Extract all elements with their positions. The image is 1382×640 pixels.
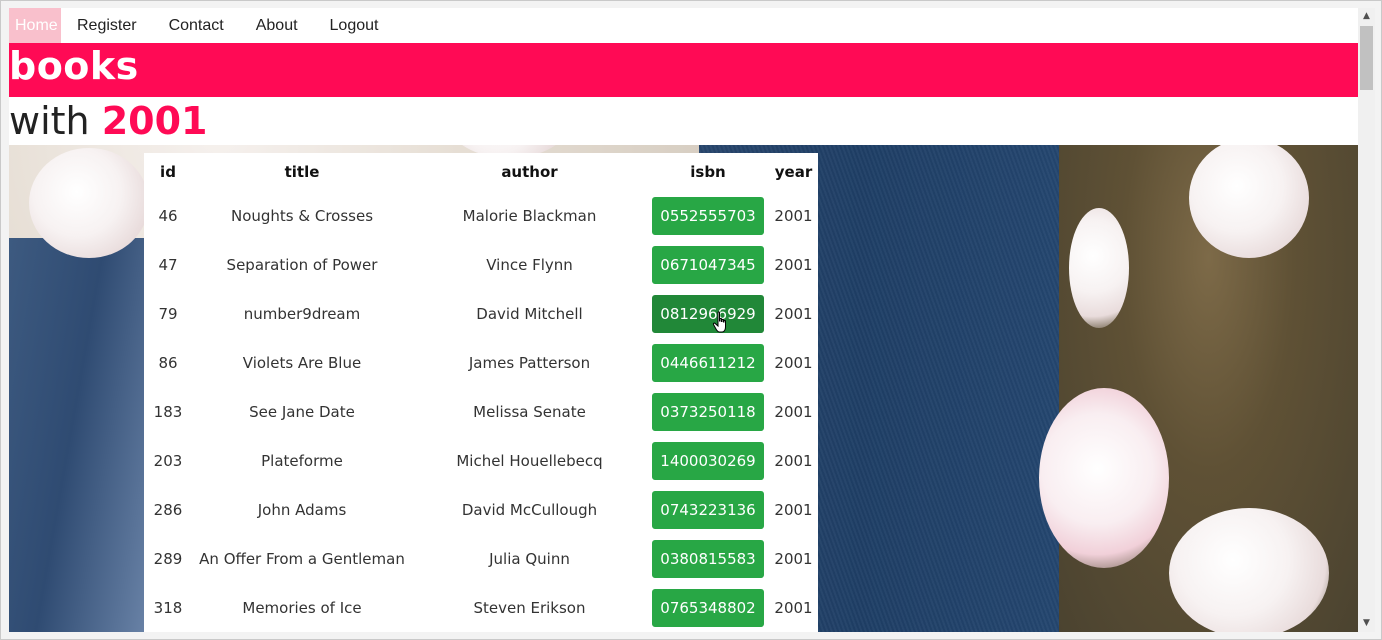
cell-isbn: 0765348802 (647, 583, 769, 632)
cell-isbn: 0671047345 (647, 240, 769, 289)
cell-isbn: 0373250118 (647, 387, 769, 436)
cell-id: 286 (153, 500, 183, 519)
cell-year: 2001 (774, 255, 813, 274)
cell-author: Steven Erikson (473, 598, 586, 617)
table-row: 46 Noughts & Crosses Malorie Blackman 05… (144, 191, 818, 240)
cell-id: 289 (153, 549, 183, 568)
subheading-prefix: with (9, 99, 90, 143)
books-table-container: id title author isbn year 46 Noughts & C… (144, 153, 818, 632)
books-table: id title author isbn year 46 Noughts & C… (144, 153, 818, 632)
cell-isbn: 1400030269 (647, 436, 769, 485)
nav-home[interactable]: Home (9, 8, 61, 43)
nav-about[interactable]: About (240, 8, 314, 43)
scroll-up-arrow-icon[interactable]: ▲ (1358, 8, 1375, 25)
cell-isbn: 0446611212 (647, 338, 769, 387)
page-title: books (9, 44, 139, 88)
isbn-button[interactable]: 0812966929 (652, 294, 764, 333)
cell-title: Separation of Power (226, 255, 378, 274)
cell-id: 203 (153, 451, 183, 470)
cell-author: David McCullough (461, 500, 598, 519)
cell-id: 47 (158, 255, 178, 274)
cell-year: 2001 (774, 500, 813, 519)
cell-title: Noughts & Crosses (230, 206, 374, 225)
hand-pointer-icon (712, 311, 726, 333)
cell-year: 2001 (774, 402, 813, 421)
isbn-button[interactable]: 0380815583 (652, 539, 764, 578)
cell-title: Violets Are Blue (242, 353, 362, 372)
scroll-down-arrow-icon[interactable]: ▼ (1358, 615, 1375, 632)
isbn-button[interactable]: 0743223136 (652, 490, 764, 529)
cell-year: 2001 (774, 451, 813, 470)
table-row: 318 Memories of Ice Steven Erikson 07653… (144, 583, 818, 632)
header-id: id (160, 163, 176, 181)
cell-isbn: 0743223136 (647, 485, 769, 534)
header-year: year (774, 163, 813, 181)
cell-id: 183 (153, 402, 183, 421)
cell-year: 2001 (774, 549, 813, 568)
subheading-year: 2001 (101, 99, 208, 143)
isbn-button[interactable]: 0765348802 (652, 588, 764, 627)
isbn-button[interactable]: 0552555703 (652, 196, 764, 235)
cell-isbn: 0812966929 (647, 289, 769, 338)
isbn-button[interactable]: 0373250118 (652, 392, 764, 431)
cell-isbn: 0552555703 (647, 191, 769, 240)
cell-title: John Adams (257, 500, 347, 519)
table-row: 289 An Offer From a Gentleman Julia Quin… (144, 534, 818, 583)
cell-title: number9dream (243, 304, 361, 323)
cell-id: 79 (158, 304, 178, 323)
cell-author: Vince Flynn (486, 255, 573, 274)
cell-year: 2001 (774, 598, 813, 617)
cell-title: An Offer From a Gentleman (199, 549, 405, 568)
cell-year: 2001 (774, 304, 813, 323)
table-row: 286 John Adams David McCullough 07432231… (144, 485, 818, 534)
cell-author: Melissa Senate (473, 402, 586, 421)
cell-year: 2001 (774, 353, 813, 372)
page-banner: books (9, 43, 1358, 97)
table-row: 203 Plateforme Michel Houellebecq 140003… (144, 436, 818, 485)
cell-year: 2001 (774, 206, 813, 225)
vertical-scrollbar[interactable]: ▲ ▼ (1358, 8, 1375, 632)
cell-author: James Patterson (468, 353, 591, 372)
nav-contact[interactable]: Contact (153, 8, 240, 43)
subheading-text: with 2001 (9, 99, 207, 143)
isbn-button[interactable]: 0446611212 (652, 343, 764, 382)
cell-id: 318 (153, 598, 183, 617)
cell-id: 46 (158, 206, 178, 225)
header-isbn: isbn (690, 163, 726, 181)
cell-author: David Mitchell (476, 304, 583, 323)
cell-title: See Jane Date (249, 402, 355, 421)
header-title: title (284, 163, 320, 181)
cell-title: Plateforme (261, 451, 343, 470)
nav-register[interactable]: Register (61, 8, 153, 43)
cell-author: Julia Quinn (489, 549, 570, 568)
isbn-button[interactable]: 0671047345 (652, 245, 764, 284)
nav-logout[interactable]: Logout (314, 8, 395, 43)
cell-title: Memories of Ice (242, 598, 362, 617)
subheading: with 2001 (9, 97, 1358, 145)
table-row: 86 Violets Are Blue James Patterson 0446… (144, 338, 818, 387)
table-row: 183 See Jane Date Melissa Senate 0373250… (144, 387, 818, 436)
page-viewport: Home Register Contact About Logout books… (9, 8, 1358, 632)
table-header-row: id title author isbn year (144, 153, 818, 191)
top-nav: Home Register Contact About Logout (9, 8, 1358, 43)
isbn-button[interactable]: 1400030269 (652, 441, 764, 480)
cell-author: Malorie Blackman (462, 206, 597, 225)
cell-id: 86 (158, 353, 178, 372)
cell-author: Michel Houellebecq (456, 451, 603, 470)
table-row: 47 Separation of Power Vince Flynn 06710… (144, 240, 818, 289)
cell-isbn: 0380815583 (647, 534, 769, 583)
scrollbar-thumb[interactable] (1360, 26, 1373, 90)
header-author: author (501, 163, 558, 181)
